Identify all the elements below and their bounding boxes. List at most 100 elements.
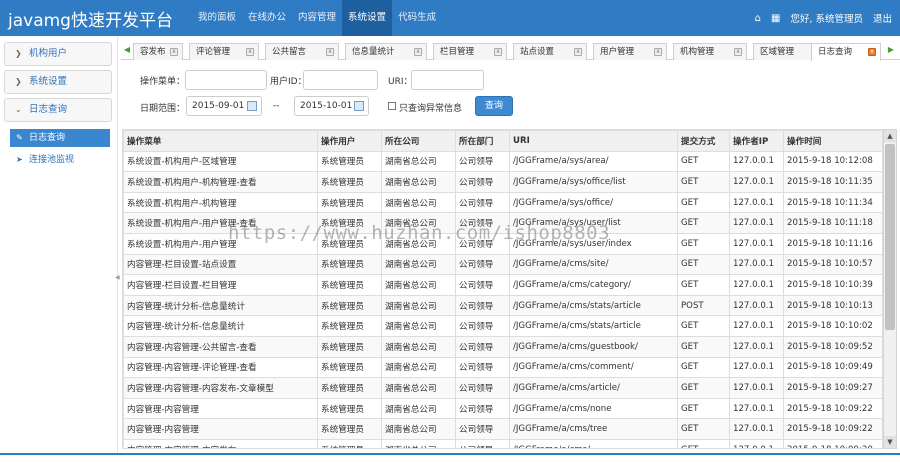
scrollbar-thumb[interactable] (885, 144, 895, 330)
tab-site-settings[interactable]: 站点设置 x (513, 43, 587, 60)
userid-input[interactable] (303, 70, 378, 90)
logout-link[interactable]: 退出 (873, 11, 892, 25)
cell-menu: 内容管理-栏目设置-站点设置 (123, 253, 318, 276)
col-header-uri[interactable]: URI (509, 130, 678, 152)
nav-system-settings[interactable]: 系统设置 (342, 0, 393, 36)
col-header-company[interactable]: 所在公司 (381, 130, 456, 152)
close-icon[interactable]: x (414, 48, 422, 56)
sidebar-item-log-query[interactable]: ✎ 日志查询 (10, 129, 110, 147)
calendar-icon[interactable] (247, 101, 257, 111)
cell-ip: 127.0.0.1 (729, 191, 784, 214)
cell-time: 2015-9-18 10:12:08 (783, 150, 882, 173)
close-icon[interactable]: x (326, 48, 334, 56)
chevron-down-icon: ⌄ (15, 105, 22, 114)
exception-only-checkbox[interactable] (388, 102, 396, 110)
cell-time: 2015-9-18 10:11:35 (783, 171, 882, 193)
cell-department: 公司领导 (455, 150, 510, 173)
close-icon[interactable]: x (734, 48, 742, 56)
cell-uri: /JGGFrame/a/cms/article/ (509, 377, 678, 399)
cell-menu: 内容管理-内容管理-内容发布 (123, 438, 318, 448)
grid-icon[interactable]: ▦ (771, 13, 780, 24)
table-row[interactable]: 系统设置-机构用户-区域管理 系统管理员 湖南省总公司 公司领导/JGGFrame/a… (123, 150, 882, 173)
cell-time: 2015-9-18 10:10:57 (783, 253, 882, 276)
cell-menu: 系统设置-机构用户-机构管理-查看 (123, 171, 318, 193)
table-scrollbar[interactable]: ▲ ▼ (883, 129, 897, 449)
table-row[interactable]: 系统设置-机构用户-机构管理-查看 系统管理员 湖南省总公司 公司领导/JGGFram… (123, 171, 882, 193)
table-row[interactable]: 内容管理-栏目设置-站点设置 系统管理员 湖南省总公司 公司领导/JGGFrame/a… (123, 253, 882, 276)
sidebar-group-label: 系统设置 (29, 76, 68, 87)
nav-dashboard[interactable]: 我的面板 (192, 0, 242, 36)
sidebar-group-log-query[interactable]: ⌄ 日志查询 (4, 98, 112, 122)
tab-scroll-right-icon[interactable]: ▶ (885, 43, 897, 57)
table-row[interactable]: 内容管理-内容管理-评论管理-查看 系统管理员 湖南省总公司 公司领导/JGGFram… (123, 356, 882, 379)
table-row[interactable]: 内容管理-内容管理-内容发布系统管理员湖南省总公司公司领导/JGGFrame/a… (123, 438, 882, 448)
close-icon[interactable]: x (654, 48, 662, 56)
cell-uri: /JGGFrame/a/cms/ (509, 438, 678, 448)
tab-user-mgmt[interactable]: 用户管理 x (593, 43, 667, 60)
tab-log-query[interactable]: 日志查询 x (811, 43, 881, 61)
cell-method: GET (677, 335, 730, 358)
tab-category[interactable]: 栏目管理 x (433, 43, 507, 60)
table-row[interactable]: 内容管理-内容管理-内容发布-文章模型 系统管理员 湖南省总公司 公司领导/JGGFr… (123, 377, 882, 399)
tab-office-mgmt[interactable]: 机构管理 x (673, 43, 747, 60)
tab-scroll-left-icon[interactable]: ◀ (121, 43, 133, 57)
tab-guestbook[interactable]: 公共留言 x (265, 43, 339, 60)
close-icon[interactable]: x (246, 48, 254, 56)
user-greeting[interactable]: 您好, 系统管理员 (790, 11, 863, 25)
log-table: 操作菜单 操作用户 所在公司 所在部门 URI 提交方式 操作者IP 操作时间 … (123, 130, 882, 448)
close-icon[interactable]: x (574, 48, 582, 56)
tab-content-publish[interactable]: 容发布 x (133, 43, 183, 60)
cell-department: 公司领导 (455, 335, 510, 358)
col-header-method[interactable]: 提交方式 (677, 130, 730, 152)
tab-stats[interactable]: 信息量统计 x (345, 43, 427, 60)
sidebar-collapse-handle[interactable]: ◀ (115, 274, 120, 281)
scroll-down-icon[interactable]: ▼ (884, 436, 896, 448)
query-button[interactable]: 查询 (475, 96, 513, 116)
close-icon[interactable]: x (170, 48, 178, 56)
nav-codegen[interactable]: 代码生成 (392, 0, 442, 36)
scroll-up-icon[interactable]: ▲ (884, 130, 896, 142)
cell-company: 湖南省总公司 (381, 356, 456, 379)
date-to-input[interactable]: 2015-10-01 (294, 96, 369, 116)
table-row[interactable]: 内容管理-统计分析-信息量统计 系统管理员 湖南省总公司 公司领导/JGGFrame/… (123, 315, 882, 337)
close-icon[interactable]: x (494, 48, 502, 56)
sidebar-item-pool-monitor[interactable]: ➤ 连接池监视 (10, 151, 110, 169)
tab-comments[interactable]: 评论管理 x (189, 43, 259, 60)
cell-menu: 内容管理-栏目设置-栏目管理 (123, 274, 318, 296)
close-icon[interactable]: x (868, 48, 876, 56)
table-row[interactable]: 内容管理-栏目设置-栏目管理 系统管理员 湖南省总公司 公司领导/JGGFrame/a… (123, 274, 882, 296)
calendar-icon[interactable] (354, 101, 364, 111)
col-header-department[interactable]: 所在部门 (455, 130, 510, 152)
cell-company: 湖南省总公司 (381, 315, 456, 337)
col-header-time[interactable]: 操作时间 (783, 130, 882, 152)
cell-method: GET (677, 397, 730, 420)
table-row[interactable]: 内容管理-统计分析-信息量统计 系统管理员 湖南省总公司 公司领导/JGGFrame/… (123, 294, 882, 317)
nav-office[interactable]: 在线办公 (242, 0, 292, 36)
col-header-ip[interactable]: 操作者IP (729, 130, 784, 152)
cell-ip: 127.0.0.1 (729, 438, 784, 448)
col-header-user[interactable]: 操作用户 (317, 130, 382, 152)
table-row[interactable]: 系统设置-机构用户-机构管理 系统管理员 湖南省总公司 公司领导/JGGFrame/a… (123, 191, 882, 214)
footer (0, 455, 900, 463)
uri-input[interactable] (411, 70, 484, 90)
brand-title[interactable]: javamg快速开发平台 (8, 6, 173, 31)
cell-time: 2015-9-18 10:10:02 (783, 315, 882, 337)
sidebar-group-org-users[interactable]: ❯ 机构用户 (4, 42, 112, 66)
col-header-menu[interactable]: 操作菜单 (123, 130, 318, 152)
table-row[interactable]: 内容管理-内容管理 系统管理员 湖南省总公司 公司领导/JGGFrame/a/cms/… (123, 397, 882, 420)
tab-strip: ◀ 容发布 x 评论管理 x 公共留言 x 信息量统计 x 栏目管理 x 站点设置 x 用户… (121, 40, 900, 61)
cell-uri: /JGGFrame/a/cms/comment/ (509, 356, 678, 379)
home-icon[interactable]: ⌂ (755, 13, 761, 24)
table-row[interactable]: 内容管理-内容管理-公共留言-查看 系统管理员 湖南省总公司 公司领导/JGGFram… (123, 335, 882, 358)
sidebar-group-system-settings[interactable]: ❯ 系统设置 (4, 70, 112, 94)
cell-company: 湖南省总公司 (381, 171, 456, 193)
tab-label: 站点设置 (520, 47, 555, 57)
menu-input[interactable] (185, 70, 267, 90)
date-from-input[interactable]: 2015-09-01 (186, 96, 262, 116)
pencil-icon: ✎ (16, 133, 23, 142)
nav-content[interactable]: 内容管理 (292, 0, 342, 36)
table-row[interactable]: 内容管理-内容管理 系统管理员 湖南省总公司 公司领导/JGGFrame/a/cms/… (123, 418, 882, 440)
circle-arrow-icon: ➤ (16, 155, 23, 164)
cell-ip: 127.0.0.1 (729, 294, 784, 317)
cell-company: 湖南省总公司 (381, 377, 456, 399)
